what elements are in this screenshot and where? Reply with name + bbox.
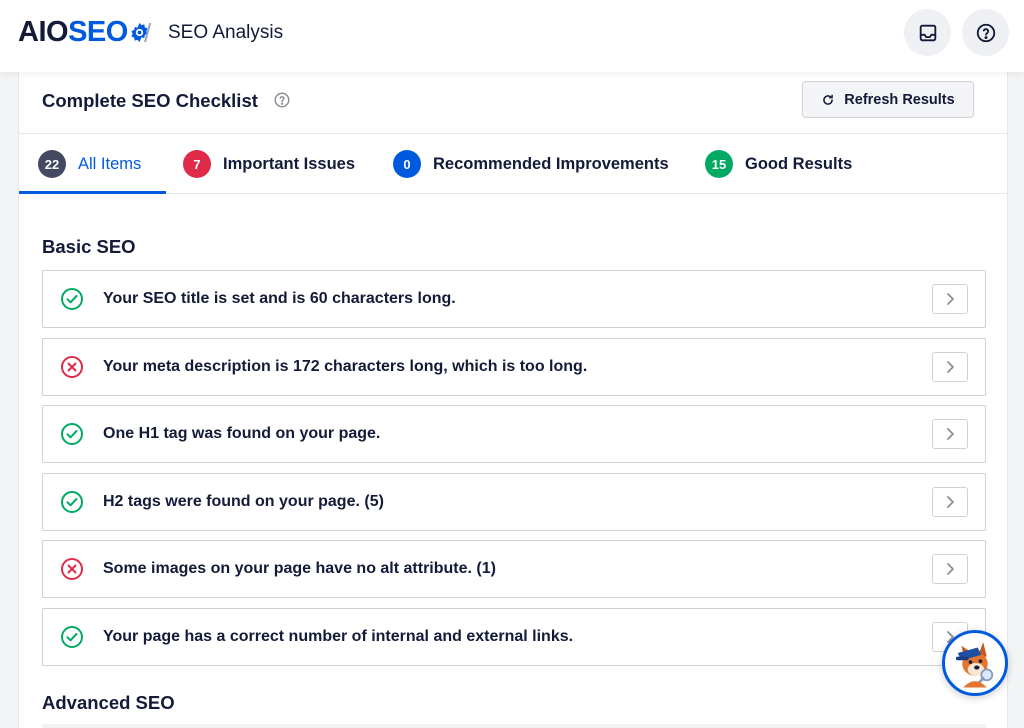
results-tabs: 22 All Items 7 Important Issues 0 Recomm… [19, 134, 1007, 194]
section-title-basic-seo: Basic SEO [42, 236, 136, 257]
tab-recommended-improvements[interactable]: 0 Recommended Improvements [393, 134, 669, 194]
error-circle-icon [61, 558, 83, 580]
check-circle-icon [61, 288, 83, 310]
check-circle-icon [61, 423, 83, 445]
count-badge: 0 [393, 150, 421, 178]
aioseo-logo[interactable]: AIO SEO [18, 16, 150, 48]
tab-good-results[interactable]: 15 Good Results [705, 134, 852, 194]
aioseo-mascot-icon[interactable] [942, 630, 1008, 696]
expand-button[interactable] [932, 554, 968, 584]
active-tab-indicator [19, 191, 166, 194]
check-item-h1-tag[interactable]: One H1 tag was found on your page. [42, 405, 986, 463]
count-badge: 22 [38, 150, 66, 178]
check-item-h2-tags[interactable]: H2 tags were found on your page. (5) [42, 473, 986, 531]
expand-button[interactable] [932, 352, 968, 382]
mascot-illustration [945, 633, 1000, 688]
chevron-right-icon [947, 361, 954, 373]
tab-all-items[interactable]: 22 All Items [38, 134, 141, 194]
inbox-icon [919, 24, 936, 41]
divider [42, 724, 986, 728]
expand-button[interactable] [932, 487, 968, 517]
check-item-links[interactable]: Your page has a correct number of intern… [42, 608, 986, 666]
chevron-right-icon [947, 563, 954, 575]
notifications-button[interactable] [904, 9, 951, 56]
chevron-right-icon [947, 496, 954, 508]
check-circle-icon [61, 491, 83, 513]
chevron-right-icon [947, 293, 954, 305]
expand-button[interactable] [932, 419, 968, 449]
tab-important-issues[interactable]: 7 Important Issues [183, 134, 355, 194]
section-title-advanced-seo: Advanced SEO [42, 692, 175, 713]
check-item-seo-title[interactable]: Your SEO title is set and is 60 characte… [42, 270, 986, 328]
check-item-image-alt[interactable]: Some images on your page have no alt att… [42, 540, 986, 598]
error-circle-icon [61, 356, 83, 378]
chevron-right-icon [947, 428, 954, 440]
help-circle-icon[interactable] [273, 91, 291, 109]
refresh-icon [823, 94, 834, 105]
help-button[interactable] [962, 9, 1009, 56]
refresh-results-button[interactable]: Refresh Results [802, 81, 974, 118]
page-title: SEO Analysis [168, 22, 284, 43]
checklist-title: Complete SEO Checklist [42, 90, 258, 111]
top-header: AIO SEO / SEO Analysis [0, 0, 1024, 72]
count-badge: 7 [183, 150, 211, 178]
help-circle-icon [976, 23, 995, 42]
seo-checklist-card: Complete SEO Checklist Refresh Results 2… [18, 72, 1008, 728]
check-item-meta-description[interactable]: Your meta description is 172 characters … [42, 338, 986, 396]
check-circle-icon [61, 626, 83, 648]
card-header: Complete SEO Checklist Refresh Results [19, 72, 1007, 134]
breadcrumb-separator: / [144, 18, 152, 48]
count-badge: 15 [705, 150, 733, 178]
expand-button[interactable] [932, 284, 968, 314]
